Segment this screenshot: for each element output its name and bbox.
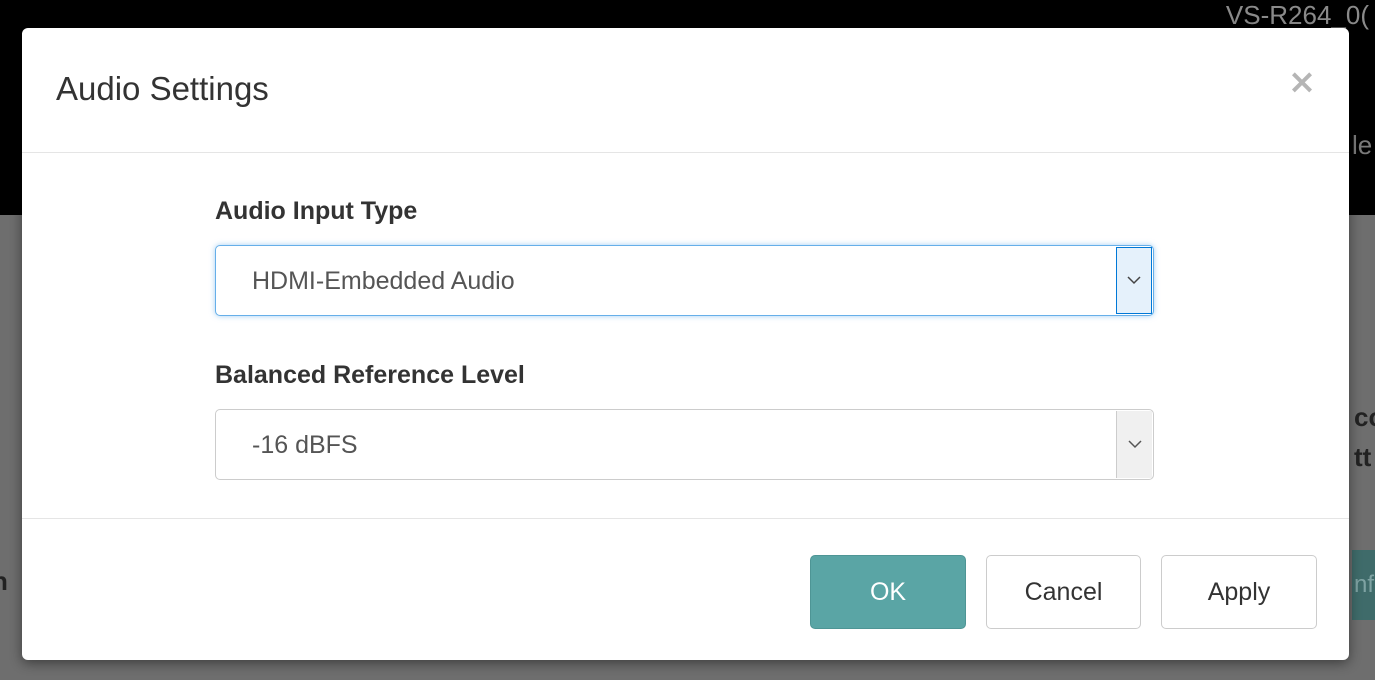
audio-input-type-select[interactable]: HDMI-Embedded Audio xyxy=(215,245,1154,316)
balanced-reference-level-value: -16 dBFS xyxy=(252,431,358,459)
background-text-fragment: co xyxy=(1354,402,1375,432)
chevron-down-icon[interactable] xyxy=(1116,247,1152,314)
background-text-fragment: tt xyxy=(1354,442,1372,472)
background-button-fragment: nf xyxy=(1352,550,1375,620)
apply-button[interactable]: Apply xyxy=(1161,555,1317,629)
balanced-reference-level-label: Balanced Reference Level xyxy=(215,361,525,389)
background-device-name: VS-R264_0( xyxy=(1225,0,1369,30)
ok-button[interactable]: OK xyxy=(810,555,966,629)
audio-input-type-value: HDMI-Embedded Audio xyxy=(252,267,515,295)
background-text-fragment: le xyxy=(1352,130,1373,160)
audio-settings-dialog: Audio Settings × Audio Input Type HDMI-E… xyxy=(22,28,1349,660)
cancel-button[interactable]: Cancel xyxy=(986,555,1141,629)
close-icon[interactable]: × xyxy=(1287,64,1317,100)
chevron-down-icon[interactable] xyxy=(1116,411,1152,478)
dialog-header: Audio Settings × xyxy=(22,28,1349,153)
dialog-body: Audio Input Type HDMI-Embedded Audio Bal… xyxy=(22,153,1349,519)
dialog-title: Audio Settings xyxy=(56,70,269,107)
background-text-fragment: n xyxy=(0,566,8,597)
dialog-footer: OK Cancel Apply xyxy=(22,519,1349,660)
audio-input-type-label: Audio Input Type xyxy=(215,197,418,225)
balanced-reference-level-select[interactable]: -16 dBFS xyxy=(215,409,1154,480)
